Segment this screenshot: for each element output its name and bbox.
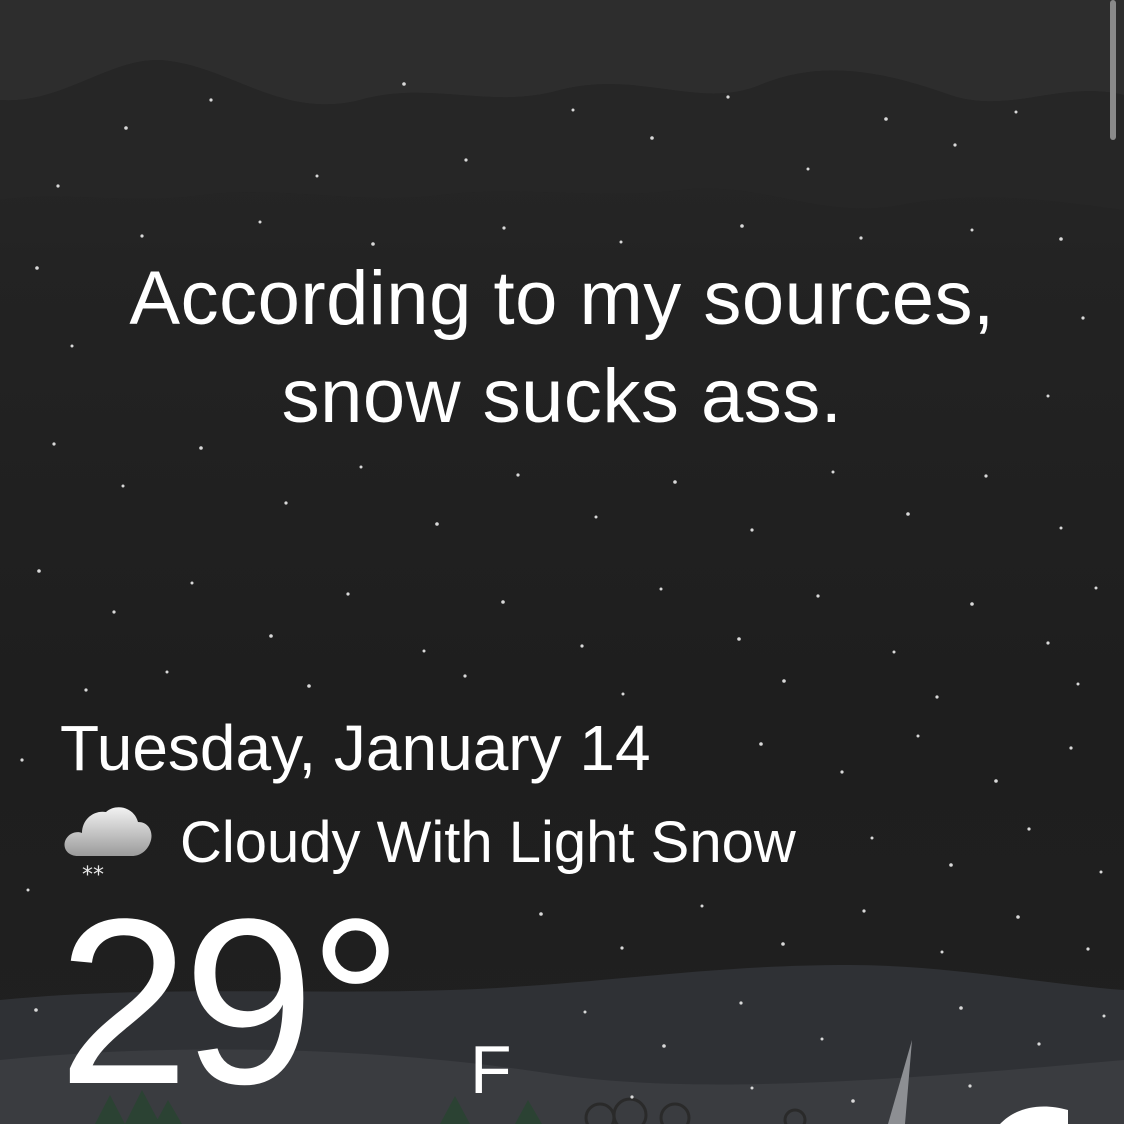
current-temperature: 29° [58, 870, 403, 1124]
weather-quip: According to my sources, snow sucks ass. [0, 250, 1124, 446]
quip-line-2: snow sucks ass. [281, 354, 843, 439]
forecast-date: Tuesday, January 14 [60, 712, 651, 784]
temperature-unit[interactable]: F [470, 1030, 512, 1110]
quip-line-1: According to my sources, [129, 256, 995, 341]
scrollbar[interactable] [1110, 0, 1116, 140]
weather-screen: According to my sources, snow sucks ass.… [0, 0, 1124, 1124]
